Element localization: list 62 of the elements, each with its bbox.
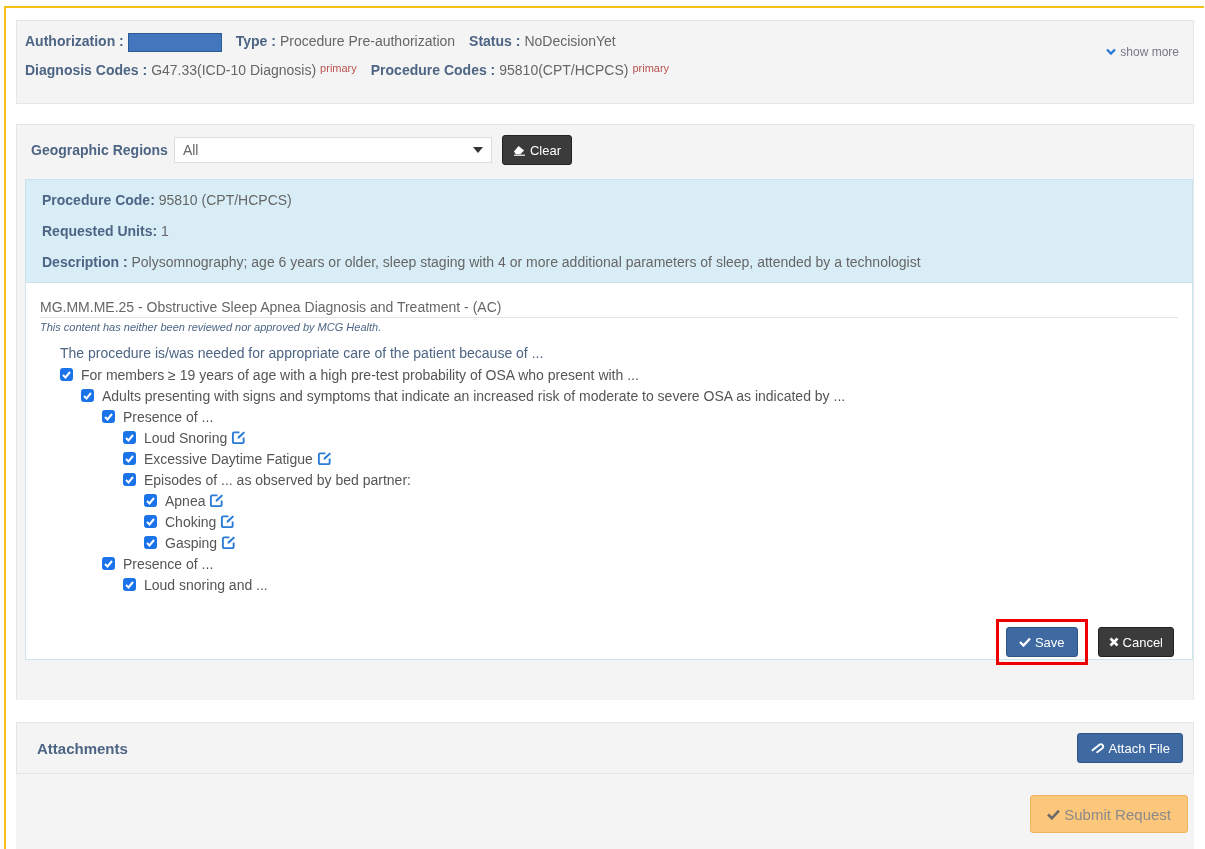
checkbox[interactable]	[123, 431, 136, 444]
checkbox[interactable]	[144, 494, 157, 507]
criterion-text: Gasping	[165, 534, 218, 551]
criterion-text: Presence of ...	[123, 408, 214, 425]
criterion-text: Loud Snoring	[144, 429, 228, 446]
checkbox[interactable]	[102, 557, 115, 570]
field-label: Diagnosis Codes :	[25, 62, 148, 78]
info-label: Procedure Code:	[42, 192, 155, 208]
disclaimer-text: This content has neither been reviewed nor approved by MCG Health.	[40, 321, 383, 333]
edit-icon[interactable]	[231, 430, 247, 445]
criterion-text: Presence of ...	[123, 555, 214, 572]
criterion-text: Choking	[165, 513, 217, 530]
info-label: Requested Units:	[42, 223, 158, 239]
checkbox[interactable]	[123, 473, 136, 486]
guideline-title: MG.MM.ME.25 - Obstructive Sleep Apnea Diagnosis and Treatment - (AC)	[40, 299, 1178, 318]
paperclip-icon	[1089, 743, 1105, 753]
criterion-text: Apnea	[165, 492, 206, 509]
field-label: Procedure Codes :	[370, 62, 496, 78]
checkbox[interactable]	[123, 452, 136, 465]
field-label: Authorization :	[25, 33, 124, 49]
info-value: 1	[161, 223, 169, 239]
eraser-icon	[512, 144, 526, 156]
close-icon	[1108, 637, 1119, 647]
checkbox[interactable]	[60, 368, 73, 381]
checkbox[interactable]	[81, 389, 94, 402]
info-value: Polysomnography; age 6 years or older, sleep staging with 4 or more additional parameters of sleep, attended by a technologist	[131, 254, 921, 270]
checkbox[interactable]	[144, 515, 157, 528]
primary-tag: primary	[632, 62, 670, 74]
info-value: 95810 (CPT/HCPCS)	[158, 192, 292, 208]
criterion-text: Episodes of ... as observed by bed partner:	[144, 471, 411, 488]
chevron-down-icon	[1106, 48, 1117, 56]
edit-icon[interactable]	[220, 514, 236, 529]
check-icon	[1047, 808, 1061, 820]
field-value: Procedure Pre-authorization	[279, 33, 456, 49]
criterion-text: Loud snoring and ...	[144, 576, 268, 593]
field-value: G47.33(ICD-10 Diagnosis)	[151, 62, 317, 78]
attach-file-button[interactable]: Attach File	[1076, 733, 1183, 763]
check-icon	[1018, 637, 1031, 647]
filter-label: Geographic Regions	[31, 142, 168, 158]
field-label: Type :	[235, 33, 276, 49]
field-label: Status :	[469, 33, 521, 49]
checkbox[interactable]	[102, 410, 115, 423]
cancel-button[interactable]: Cancel	[1097, 627, 1174, 657]
intro-text: The procedure is/was needed for appropriate care of the patient because of ...	[60, 344, 545, 363]
edit-icon[interactable]	[209, 493, 225, 508]
edit-icon[interactable]	[316, 451, 332, 466]
field-value: NoDecisionYet	[524, 33, 616, 49]
criterion-text: Excessive Daytime Fatigue	[144, 450, 313, 467]
clear-button[interactable]: Clear	[501, 135, 572, 165]
show-more-link[interactable]: show more	[1106, 45, 1179, 59]
criterion-text: Adults presenting with signs and symptoms that indicate an increased risk of moderate to severe OSA as indicated by ...	[102, 387, 846, 404]
checkbox[interactable]	[123, 578, 136, 591]
save-button[interactable]: Save	[1005, 627, 1078, 657]
caret-icon	[472, 147, 483, 153]
region-dropdown[interactable]: All	[173, 137, 492, 163]
edit-icon[interactable]	[221, 535, 237, 550]
checkbox[interactable]	[144, 536, 157, 549]
criterion-text: For members ≥ 19 years of age with a high pre-test probability of OSA who present with ...	[81, 366, 639, 383]
attachments-heading: Attachments	[37, 739, 128, 757]
field-value: 95810(CPT/HCPCS)	[499, 62, 629, 78]
primary-tag: primary	[320, 62, 357, 74]
info-label: Description :	[42, 254, 128, 270]
